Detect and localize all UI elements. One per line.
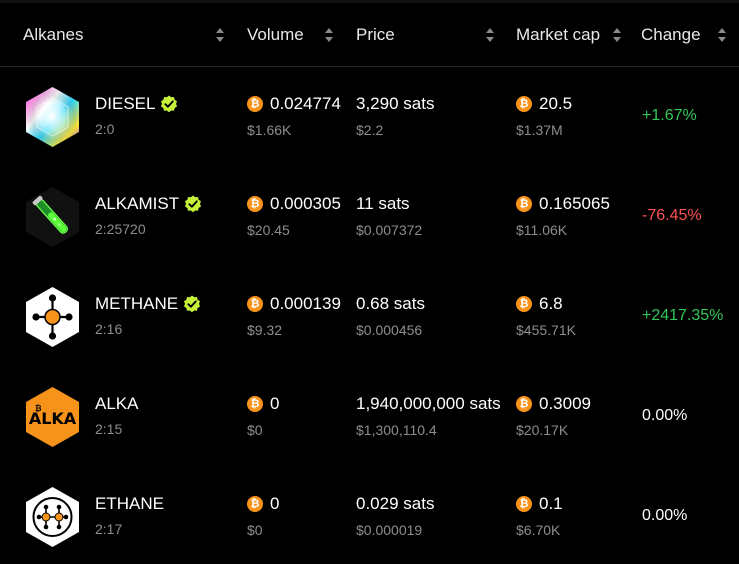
diesel-logo xyxy=(26,87,79,147)
header-alkanes[interactable]: Alkanes xyxy=(23,3,83,67)
sort-icon[interactable] xyxy=(216,28,225,42)
price-usd: $0.007372 xyxy=(356,222,423,238)
table-row[interactable]: ETHANE 2:17 0 $0 0.029 sats $0.000019 0.… xyxy=(0,467,739,564)
token-name-label[interactable]: ETHANE xyxy=(95,494,164,514)
price-sats: 11 sats xyxy=(356,194,410,213)
market-cap-btc: 0.165065 xyxy=(516,194,610,214)
change-value: 0.00% xyxy=(642,407,688,424)
sort-icon[interactable] xyxy=(325,28,334,42)
volume-btc: 0.024774 xyxy=(247,94,341,114)
token-name-label[interactable]: ALKAMIST xyxy=(95,194,179,214)
header-price[interactable]: Price xyxy=(356,3,395,67)
bitcoin-icon xyxy=(516,396,532,412)
table-row[interactable]: ALKAMIST 2:25720 0.000305 $20.45 11 sats… xyxy=(0,167,739,267)
market-cap-btc: 0.1 xyxy=(516,494,563,514)
price-sats: 1,940,000,000 sats xyxy=(356,394,501,413)
sort-icon[interactable] xyxy=(613,28,622,42)
price-usd: $1,300,110.4 xyxy=(356,422,437,438)
sort-icon[interactable] xyxy=(718,28,727,42)
change-value: 0.00% xyxy=(642,507,688,524)
token-name[interactable]: DIESEL xyxy=(95,94,178,114)
token-name[interactable]: ALKAMIST xyxy=(95,194,202,214)
table-row[interactable]: DIESEL 2:0 0.024774 $1.66K 3,290 sats $2… xyxy=(0,67,739,167)
token-id: 2:17 xyxy=(95,521,123,537)
bitcoin-icon xyxy=(247,96,263,112)
verified-icon xyxy=(185,195,202,213)
price-sats: 3,290 sats xyxy=(356,94,435,113)
token-id: 2:0 xyxy=(95,121,115,137)
price-usd: $0.000019 xyxy=(356,522,423,538)
volume-usd: $1.66K xyxy=(247,122,292,138)
volume-btc: 0 xyxy=(247,394,279,414)
verified-icon xyxy=(184,295,201,313)
volume-btc: 0 xyxy=(247,494,279,514)
change-value: +2417.35% xyxy=(642,307,724,324)
bitcoin-icon xyxy=(516,196,532,212)
volume-usd: $0 xyxy=(247,422,263,438)
alkanes-table: Alkanes Volume Price Market cap Change D… xyxy=(0,0,739,564)
volume-btc: 0.000305 xyxy=(247,194,341,214)
volume-usd: $9.32 xyxy=(247,322,283,338)
bitcoin-icon xyxy=(247,396,263,412)
table-header: Alkanes Volume Price Market cap Change xyxy=(0,3,739,67)
bitcoin-icon xyxy=(516,96,532,112)
token-id: 2:15 xyxy=(95,421,123,437)
svg-text:₿: ₿ xyxy=(35,404,42,413)
token-name[interactable]: METHANE xyxy=(95,294,201,314)
change-value: -76.45% xyxy=(642,207,702,224)
methane-logo xyxy=(26,287,79,347)
market-cap-btc: 6.8 xyxy=(516,294,563,314)
token-name-label[interactable]: DIESEL xyxy=(95,94,155,114)
market-cap-usd: $455.71K xyxy=(516,322,576,338)
table-row[interactable]: ALKA ₿ ALKA 2:15 0 $0 1,940,000,000 sats… xyxy=(0,367,739,467)
verified-icon xyxy=(161,95,178,113)
token-id: 2:16 xyxy=(95,321,123,337)
header-market-cap[interactable]: Market cap xyxy=(516,3,600,67)
ethane-logo xyxy=(26,487,79,547)
token-name-label[interactable]: METHANE xyxy=(95,294,178,314)
price-sats: 0.029 sats xyxy=(356,494,435,513)
market-cap-usd: $6.70K xyxy=(516,522,561,538)
bitcoin-icon xyxy=(247,496,263,512)
market-cap-btc: 0.3009 xyxy=(516,394,591,414)
market-cap-usd: $11.06K xyxy=(516,222,568,238)
price-usd: $2.2 xyxy=(356,122,384,138)
alka-logo: ALKA ₿ xyxy=(26,387,79,447)
market-cap-usd: $1.37M xyxy=(516,122,563,138)
token-name[interactable]: ETHANE xyxy=(95,494,164,514)
header-volume[interactable]: Volume xyxy=(247,3,304,67)
change-value: +1.67% xyxy=(642,107,697,124)
price-sats: 0.68 sats xyxy=(356,294,425,313)
token-id: 2:25720 xyxy=(95,221,146,237)
alkamist-logo xyxy=(26,187,79,247)
table-row[interactable]: METHANE 2:16 0.000139 $9.32 0.68 sats $0… xyxy=(0,267,739,367)
volume-usd: $0 xyxy=(247,522,263,538)
token-name[interactable]: ALKA xyxy=(95,394,138,414)
bitcoin-icon xyxy=(516,496,532,512)
bitcoin-icon xyxy=(516,296,532,312)
bitcoin-icon xyxy=(247,296,263,312)
token-name-label[interactable]: ALKA xyxy=(95,394,138,414)
header-change[interactable]: Change xyxy=(641,3,701,67)
price-usd: $0.000456 xyxy=(356,322,423,338)
market-cap-usd: $20.17K xyxy=(516,422,569,438)
sort-icon[interactable] xyxy=(486,28,495,42)
volume-usd: $20.45 xyxy=(247,222,290,238)
bitcoin-icon xyxy=(247,196,263,212)
market-cap-btc: 20.5 xyxy=(516,94,572,114)
volume-btc: 0.000139 xyxy=(247,294,341,314)
